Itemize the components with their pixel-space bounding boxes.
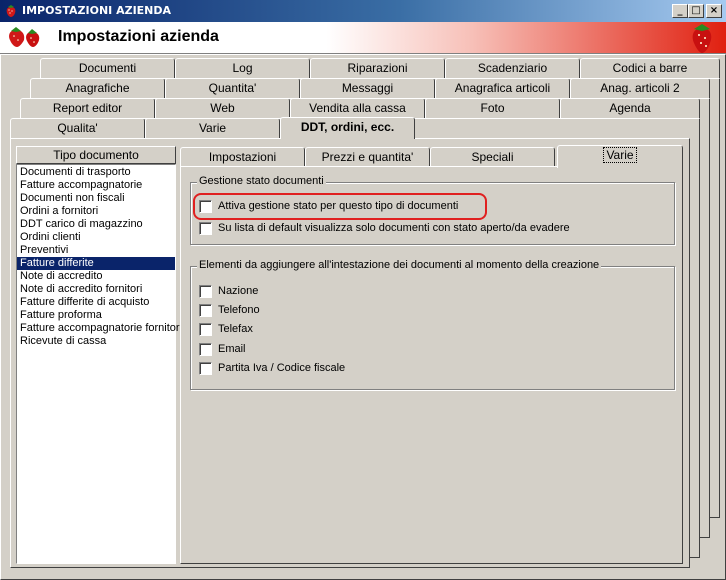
page-title: Impostazioni azienda — [58, 28, 219, 45]
checkbox[interactable] — [199, 284, 212, 298]
window-title: IMPOSTAZIONI AZIENDA — [22, 4, 172, 17]
tab-foto[interactable]: Foto — [425, 98, 560, 118]
tab-varie-inner[interactable]: Varie — [557, 145, 683, 168]
tab-agenda[interactable]: Agenda — [560, 98, 700, 118]
tab-quantita[interactable]: Quantita' — [165, 78, 300, 98]
tab-web[interactable]: Web — [155, 98, 290, 118]
strawberry-icon — [692, 24, 712, 53]
checkbox-telefax[interactable]: Telefax — [199, 322, 253, 336]
checkbox[interactable] — [199, 361, 212, 375]
highlight-annotation — [193, 193, 487, 220]
tab-log[interactable]: Log — [175, 58, 310, 78]
tab-anagrafica-articoli[interactable]: Anagrafica articoli — [435, 78, 570, 98]
tab-qualita[interactable]: Qualita' — [10, 118, 145, 138]
minimize-button[interactable]: _ — [672, 4, 688, 18]
tab-messaggi[interactable]: Messaggi — [300, 78, 435, 98]
checkbox-partita-iva[interactable]: Partita Iva / Codice fiscale — [199, 361, 345, 375]
tab-codici-a-barre[interactable]: Codici a barre — [580, 58, 720, 78]
group-legend: Elementi da aggiungere all'intestazione … — [197, 259, 602, 271]
checkbox-telefono[interactable]: Telefono — [199, 303, 260, 317]
maximize-button[interactable]: □ — [688, 4, 704, 18]
list-item[interactable]: Fatture accompagnatorie — [17, 179, 175, 192]
tab-varie[interactable]: Varie — [145, 118, 280, 138]
title-bar[interactable]: IMPOSTAZIONI AZIENDA _ □ × — [0, 0, 726, 22]
checkbox[interactable] — [199, 342, 212, 356]
tab-impostazioni[interactable]: Impostazioni — [180, 147, 305, 167]
group-elementi-intestazione: Elementi da aggiungere all'intestazione … — [190, 259, 675, 390]
tab-speciali[interactable]: Speciali — [430, 147, 555, 167]
tab-ddt-ordini[interactable]: DDT, ordini, ecc. — [280, 117, 415, 139]
checkbox[interactable] — [199, 221, 212, 235]
header-band: Impostazioni azienda — [0, 22, 726, 54]
list-item[interactable]: Ordini a fornitori — [17, 205, 175, 218]
list-item[interactable]: DDT carico di magazzino — [17, 218, 175, 231]
list-item[interactable]: Documenti non fiscali — [17, 192, 175, 205]
tab-documenti[interactable]: Documenti — [40, 58, 175, 78]
checkbox-email[interactable]: Email — [199, 342, 246, 356]
tab-scadenziario[interactable]: Scadenziario — [445, 58, 580, 78]
strawberries-icon — [9, 27, 40, 47]
list-item[interactable]: Preventivi — [17, 244, 175, 257]
list-item[interactable]: Fatture proforma — [17, 309, 175, 322]
list-item[interactable]: Fatture accompagnatorie fornitori — [17, 322, 182, 335]
tab-report-editor[interactable]: Report editor — [20, 98, 155, 118]
checkbox[interactable] — [199, 322, 212, 336]
tab-vendita-alla-cassa[interactable]: Vendita alla cassa — [290, 98, 425, 118]
tab-anag-articoli-2[interactable]: Anag. articoli 2 — [570, 78, 710, 98]
tab-riparazioni[interactable]: Riparazioni — [310, 58, 445, 78]
checkbox-solo-documenti-aperti[interactable]: Su lista di default visualizza solo docu… — [199, 221, 570, 235]
list-item[interactable]: Note di accredito fornitori — [17, 283, 175, 296]
doc-type-list[interactable]: Documenti di trasporto Fatture accompagn… — [16, 164, 182, 564]
tab-anagrafiche[interactable]: Anagrafiche — [30, 78, 165, 98]
list-item[interactable]: Ricevute di cassa — [17, 335, 175, 348]
group-legend: Gestione stato documenti — [197, 175, 326, 187]
list-item[interactable]: Documenti di trasporto — [17, 166, 175, 179]
list-item-selected[interactable]: Fatture differite — [17, 257, 175, 270]
list-item[interactable]: Fatture differite di acquisto — [17, 296, 175, 309]
list-item[interactable]: Ordini clienti — [17, 231, 175, 244]
list-item[interactable]: Note di accredito — [17, 270, 175, 283]
checkbox[interactable] — [199, 303, 212, 317]
tab-prezzi-e-quantita[interactable]: Prezzi e quantita' — [305, 147, 430, 167]
checkbox-nazione[interactable]: Nazione — [199, 284, 258, 298]
strawberry-icon — [6, 5, 16, 17]
close-button[interactable]: × — [706, 4, 722, 18]
doc-list-header[interactable]: Tipo documento — [16, 146, 176, 164]
